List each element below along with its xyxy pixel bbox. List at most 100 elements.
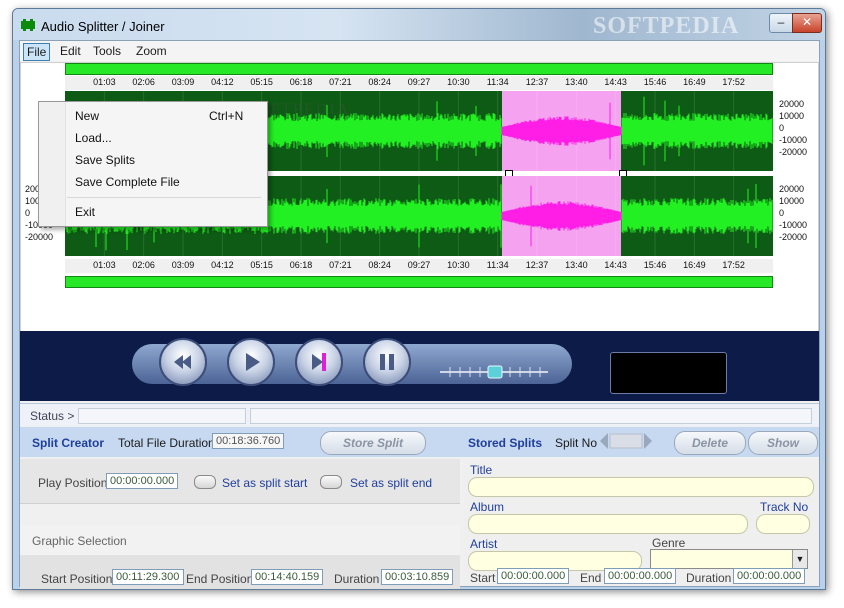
- menu-item-save-complete-file[interactable]: Save Complete File: [75, 175, 180, 189]
- window-title: Audio Splitter / Joiner: [41, 19, 165, 34]
- set-split-end-label[interactable]: Set as split end: [350, 476, 432, 490]
- chevron-down-icon[interactable]: ▼: [792, 550, 807, 568]
- total-duration-field: 00:18:36.760: [212, 433, 284, 449]
- menu-item-save-splits[interactable]: Save Splits: [75, 153, 135, 167]
- amplitude-label: 0: [779, 208, 785, 218]
- menu-item-new[interactable]: New: [75, 109, 99, 123]
- graphic-selection-label: Graphic Selection: [32, 534, 127, 548]
- time-tick-label: 10:30: [447, 260, 470, 270]
- amplitude-label: -20000: [25, 232, 54, 242]
- play-position-label: Play Position: [38, 476, 108, 490]
- time-tick-label: 06:18: [289, 260, 313, 270]
- split-header: Split Creator Total File Duration 00:18:…: [20, 427, 819, 457]
- amplitude-scale-right-bottom: 20000 10000 0 -10000 -20000: [775, 176, 815, 256]
- amplitude-label: -10000: [779, 220, 808, 230]
- overview-bar-bottom[interactable]: [65, 276, 773, 288]
- amplitude-label: -20000: [779, 232, 808, 242]
- track-no-input[interactable]: [756, 514, 810, 534]
- genre-select[interactable]: ▼: [650, 549, 808, 569]
- split-duration-field[interactable]: 00:00:00.000: [733, 568, 805, 584]
- time-tick-label: 09:27: [407, 77, 431, 87]
- start-position-label: Start Position: [41, 572, 113, 586]
- total-duration-label: Total File Duration: [118, 436, 215, 450]
- close-button[interactable]: ✕: [792, 13, 822, 33]
- time-tick-label: 08:24: [368, 77, 391, 87]
- delete-button[interactable]: Delete: [674, 431, 746, 455]
- set-split-end-radio[interactable]: [320, 475, 342, 489]
- menu-file[interactable]: File: [23, 43, 51, 61]
- time-tick-label: 15:46: [643, 260, 667, 270]
- time-tick-label: 13:40: [565, 260, 588, 270]
- time-tick-label: 12:37: [525, 77, 549, 87]
- split-end-field[interactable]: 00:00:00.000: [604, 568, 676, 584]
- amplitude-label: 10000: [779, 196, 805, 206]
- amplitude-label: 0: [25, 208, 31, 218]
- time-display: [610, 352, 727, 394]
- play-icon: [246, 353, 260, 371]
- amplitude-label: 20000: [779, 99, 805, 109]
- time-tick-label: 10:30: [447, 77, 470, 87]
- split-no-stepper[interactable]: [600, 433, 652, 449]
- album-label: Album: [470, 500, 505, 514]
- status-message-field: [250, 408, 812, 424]
- app-window: Audio Splitter / Joiner SOFTPEDIA – ✕ Fi…: [12, 8, 826, 590]
- amplitude-label: -10000: [779, 135, 808, 145]
- track-no-label: Track No: [760, 500, 809, 514]
- play-position-field[interactable]: 00:00:00.000: [106, 473, 178, 489]
- split-creator-title: Split Creator: [32, 436, 105, 450]
- split-start-field[interactable]: 00:00:00.000: [497, 568, 569, 584]
- rewind-button[interactable]: [159, 338, 207, 386]
- set-split-start-label[interactable]: Set as split start: [222, 476, 307, 490]
- menu-item-load[interactable]: Load...: [75, 131, 112, 145]
- title-input[interactable]: [468, 477, 814, 497]
- watermark: SOFTPEDIA: [593, 13, 740, 39]
- start-position-field[interactable]: 00:11:29.300: [112, 569, 184, 585]
- app-icon: [21, 19, 35, 31]
- store-split-button[interactable]: Store Split: [320, 431, 426, 455]
- artist-label: Artist: [470, 537, 498, 551]
- menu-zoom[interactable]: Zoom: [133, 43, 170, 59]
- time-tick-label: 03:09: [171, 77, 195, 87]
- duration-label: Duration: [334, 572, 380, 586]
- pause-button[interactable]: [363, 338, 411, 386]
- set-split-start-radio[interactable]: [194, 475, 216, 489]
- split-duration-label: Duration: [686, 571, 732, 585]
- play-button[interactable]: [227, 338, 275, 386]
- split-no-label: Split No: [555, 436, 598, 450]
- amplitude-label: 20000: [779, 184, 805, 194]
- selection-times-row: Start Position 00:11:29.300 End Position…: [20, 555, 460, 589]
- menu-item-exit[interactable]: Exit: [75, 205, 95, 219]
- duration-field[interactable]: 00:03:10.859: [381, 569, 453, 585]
- title-bar[interactable]: Audio Splitter / Joiner SOFTPEDIA – ✕: [13, 9, 825, 40]
- prev-split-arrow-icon: [600, 433, 608, 449]
- amplitude-label: 0: [779, 123, 785, 133]
- play-position-row: Play Position 00:00:00.000 Set as split …: [20, 459, 460, 504]
- play-selection-button[interactable]: [295, 338, 343, 386]
- amplitude-label: -20000: [779, 147, 808, 157]
- time-tick-label: 09:27: [407, 260, 431, 270]
- time-tick-label: 17:52: [722, 77, 745, 87]
- client-area: File Edit Tools Zoom 01:03 02:06 03:09 04:1…: [19, 40, 820, 589]
- time-tick-label: 02:06: [132, 260, 155, 270]
- overview-bar-top[interactable]: [65, 63, 773, 75]
- pause-icon: [380, 354, 394, 370]
- time-tick-label: 16:49: [683, 77, 706, 87]
- volume-slider[interactable]: [440, 365, 550, 379]
- split-start-label: Start: [470, 571, 496, 585]
- menu-edit[interactable]: Edit: [57, 43, 84, 59]
- amplitude-scale-right-top: 20000 10000 0 -10000 -20000: [775, 91, 815, 171]
- time-tick-label: 08:24: [368, 260, 391, 270]
- album-input[interactable]: [468, 514, 748, 534]
- time-tick-label: 14:43: [604, 77, 627, 87]
- show-button[interactable]: Show: [748, 431, 818, 455]
- end-position-field[interactable]: 00:14:40.159: [251, 569, 323, 585]
- time-tick-label: 07:21: [329, 260, 352, 270]
- minimize-button[interactable]: –: [769, 13, 793, 33]
- status-label[interactable]: Status >: [30, 409, 74, 423]
- time-tick-label: 03:09: [171, 260, 195, 270]
- end-position-label: End Position: [186, 572, 254, 586]
- menu-tools[interactable]: Tools: [90, 43, 124, 59]
- stored-splits-title: Stored Splits: [468, 436, 543, 450]
- time-tick-label: 02:06: [132, 77, 155, 87]
- split-end-label: End: [580, 571, 602, 585]
